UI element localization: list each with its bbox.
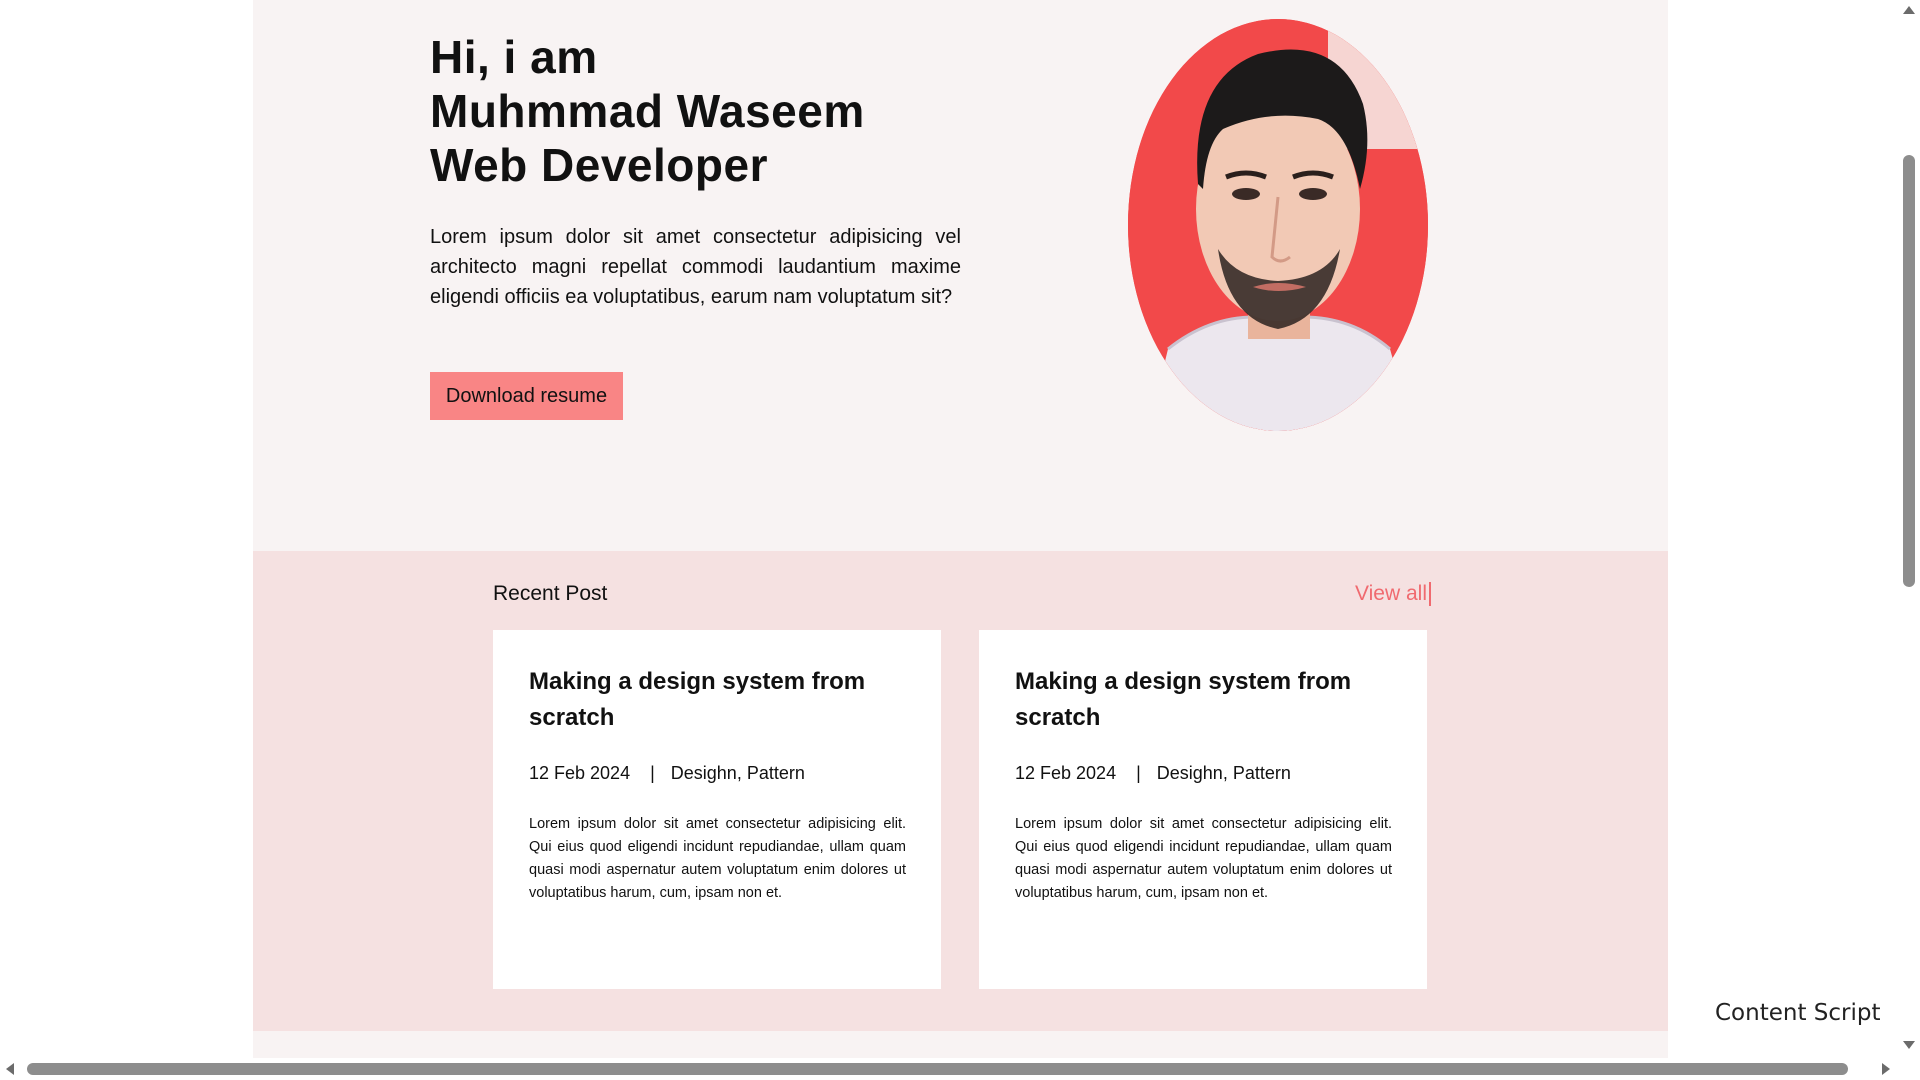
hero-greeting: Hi, i am <box>430 31 598 83</box>
post-excerpt: Lorem ipsum dolor sit amet consectetur a… <box>1015 816 1392 901</box>
view-all-link[interactable]: View all <box>1355 582 1431 606</box>
page: Hi, i am Muhmmad Waseem Web Developer Lo… <box>253 0 1668 1080</box>
post-card[interactable]: Making a design system from scratch 12 F… <box>979 630 1427 989</box>
horizontal-scroll-thumb[interactable] <box>27 1063 1848 1075</box>
post-meta: 12 Feb 2024 | Desighn, Pattern <box>1015 763 1291 784</box>
hero-title: Hi, i am Muhmmad Waseem Web Developer <box>430 30 865 192</box>
post-meta: 12 Feb 2024 | Desighn, Pattern <box>529 763 805 784</box>
post-card[interactable]: Making a design system from scratch 12 F… <box>493 630 941 989</box>
vertical-scroll-thumb[interactable] <box>1903 155 1915 587</box>
post-tags: Desighn, Pattern <box>1156 763 1291 783</box>
meta-separator: | <box>650 763 655 783</box>
post-title[interactable]: Making a design system from scratch <box>1015 664 1395 736</box>
post-date: 12 Feb 2024 <box>529 763 631 783</box>
post-excerpt: Lorem ipsum dolor sit amet consectetur a… <box>529 816 906 901</box>
hero-name: Muhmmad Waseem <box>430 85 865 137</box>
post-title[interactable]: Making a design system from scratch <box>529 664 909 736</box>
scroll-right-arrow-icon[interactable] <box>1882 1063 1890 1075</box>
hero-section: Hi, i am Muhmmad Waseem Web Developer Lo… <box>253 0 1668 551</box>
post-date: 12 Feb 2024 <box>1015 763 1117 783</box>
meta-separator: | <box>1136 763 1141 783</box>
horizontal-scrollbar[interactable] <box>0 1058 1898 1080</box>
profile-photo <box>1128 19 1428 431</box>
content-script-label: Content Script <box>1715 1000 1881 1026</box>
scroll-down-arrow-icon[interactable] <box>1903 1041 1915 1049</box>
post-tags: Desighn, Pattern <box>670 763 805 783</box>
scroll-left-arrow-icon[interactable] <box>6 1063 14 1075</box>
recent-posts-heading: Recent Post <box>493 582 608 605</box>
vertical-scrollbar[interactable] <box>1898 0 1920 1058</box>
hero-intro: Lorem ipsum dolor sit amet consectetur a… <box>430 226 961 308</box>
scroll-up-arrow-icon[interactable] <box>1903 6 1915 14</box>
hero-role: Web Developer <box>430 139 768 191</box>
recent-posts-section: Recent Post View all Making a design sys… <box>253 551 1668 1031</box>
download-resume-button[interactable]: Download resume <box>430 372 623 420</box>
